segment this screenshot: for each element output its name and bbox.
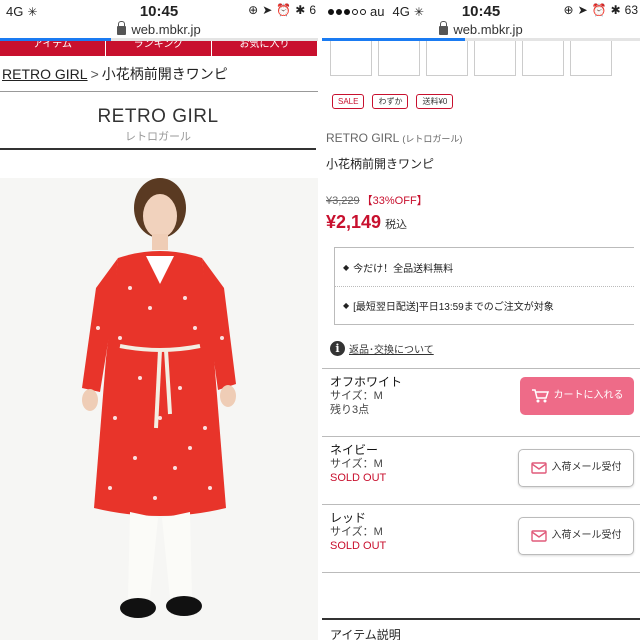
bullet-icon: ◆ — [343, 301, 350, 310]
orientation-lock-icon: ⊕ — [563, 3, 574, 17]
bluetooth-icon: ✱ — [610, 3, 621, 17]
status-bar: au 4G ✳ 10:45 ⊕ ➤ ⏰ ✱ 63 — [322, 0, 640, 22]
bluetooth-icon: ✱ — [295, 3, 306, 17]
breadcrumb: RETRO GIRL > 小花柄前開きワンピ — [0, 56, 318, 92]
variant-row: レッド サイズ：M SOLD OUT 入荷メール受付 — [322, 505, 640, 573]
alarm-icon: ⏰ — [276, 3, 292, 17]
cart-icon — [531, 389, 549, 403]
brand-name: RETRO GIRL — [326, 131, 400, 145]
restock-mail-label: 入荷メール受付 — [551, 462, 622, 473]
right-screenshot: au 4G ✳ 10:45 ⊕ ➤ ⏰ ✱ 63 web.mbkr.jp SAL… — [322, 0, 640, 640]
restock-mail-label: 入荷メール受付 — [551, 530, 622, 541]
lock-icon — [439, 21, 449, 35]
url-text: web.mbkr.jp — [453, 22, 523, 37]
tag-few-left: わずか — [372, 94, 409, 109]
progress-fill — [0, 38, 112, 41]
returns-link[interactable]: 返品･交換について — [349, 341, 434, 356]
thumbnail[interactable] — [474, 38, 516, 76]
alarm-icon: ⏰ — [591, 3, 607, 17]
info-icon: i — [330, 341, 345, 356]
tax-label: 税込 — [385, 219, 408, 231]
lock-icon — [117, 21, 127, 35]
progress-fill — [322, 38, 466, 41]
product-tags: SALE わずか 送料¥0 — [322, 76, 640, 109]
restock-mail-button[interactable]: 入荷メール受付 — [518, 449, 634, 487]
thumbnail-strip — [322, 38, 640, 76]
add-to-cart-button[interactable]: カートに入れる — [520, 377, 634, 415]
notice-row: ◆ [最短翌日配送]平日13:59までのご注文が対象 — [335, 286, 634, 324]
mail-icon — [530, 530, 547, 542]
site-nav-tabs: アイテム ランキング お気に入り — [0, 41, 318, 56]
add-to-cart-label: カートに入れる — [553, 390, 624, 401]
brand-header[interactable]: RETRO GIRL レトロガール — [0, 102, 316, 150]
notice-row: ◆ 今だけ！全品送料無料 — [335, 248, 634, 286]
variant-list: オフホワイト サイズ：M 残り3点 カートに入れる ネイビー サイズ：M SOL… — [322, 368, 640, 573]
brand-kana: (レトロガール) — [402, 134, 463, 144]
status-bar: 4G ✳ 10:45 ⊕ ➤ ⏰ ✱ 6 — [0, 0, 318, 22]
restock-mail-button[interactable]: 入荷メール受付 — [518, 517, 634, 555]
returns-info: i 返品･交換について — [322, 325, 640, 356]
model-illustration — [0, 178, 318, 640]
notice-text: [最短翌日配送]平日13:59までのご注文が対象 — [353, 302, 554, 313]
brand-kana: レトロガール — [125, 131, 191, 143]
address-bar[interactable]: web.mbkr.jp — [0, 21, 318, 38]
thumbnail[interactable] — [426, 38, 468, 76]
breadcrumb-brand-link[interactable]: RETRO GIRL — [2, 66, 88, 82]
nav-tab-ranking[interactable]: ランキング — [106, 41, 212, 56]
product-photo[interactable] — [0, 178, 318, 640]
page-load-progress — [0, 38, 318, 41]
url-text: web.mbkr.jp — [131, 22, 201, 37]
sale-price: ¥2,149 — [326, 212, 382, 232]
thumbnail[interactable] — [330, 38, 372, 76]
nav-tab-favorites[interactable]: お気に入り — [212, 41, 318, 56]
sale-price-row: ¥2,149 税込 — [322, 208, 640, 233]
breadcrumb-current: 小花柄前開きワンピ — [101, 66, 228, 82]
original-price: ¥3,229 — [326, 195, 360, 207]
battery-percent: 6 — [309, 3, 316, 17]
brand-name: RETRO GIRL — [97, 106, 219, 127]
address-bar[interactable]: web.mbkr.jp — [322, 21, 640, 38]
thumbnail[interactable] — [570, 38, 612, 76]
item-description-heading: アイテム説明 — [330, 628, 401, 640]
tag-sale: SALE — [332, 94, 365, 109]
thumbnail[interactable] — [522, 38, 564, 76]
product-brand[interactable]: RETRO GIRL (レトロガール) — [322, 109, 640, 145]
bullet-icon: ◆ — [343, 262, 350, 272]
discount-badge: 【33%OFF】 — [361, 195, 428, 207]
product-name: 小花柄前開きワンピ — [326, 157, 435, 171]
orientation-lock-icon: ⊕ — [248, 3, 259, 17]
location-arrow-icon: ➤ — [262, 3, 273, 17]
nav-tab-items[interactable]: アイテム — [0, 41, 106, 56]
shipping-notice-box: ◆ 今だけ！全品送料無料 ◆ [最短翌日配送]平日13:59までのご注文が対象 — [334, 247, 634, 325]
battery-percent: 63 — [624, 3, 638, 17]
section-divider — [322, 618, 640, 620]
location-arrow-icon: ➤ — [577, 3, 588, 17]
page-load-progress — [322, 38, 640, 41]
thumbnail[interactable] — [378, 38, 420, 76]
original-price-row: ¥3,229 【33%OFF】 — [322, 172, 640, 208]
breadcrumb-separator: > — [90, 66, 99, 82]
mail-icon — [530, 462, 547, 474]
variant-row: ネイビー サイズ：M SOLD OUT 入荷メール受付 — [322, 437, 640, 505]
left-screenshot: 4G ✳ 10:45 ⊕ ➤ ⏰ ✱ 6 web.mbkr.jp アイテム ラン… — [0, 0, 318, 640]
variant-row: オフホワイト サイズ：M 残り3点 カートに入れる — [322, 369, 640, 437]
notice-text: 今だけ！全品送料無料 — [353, 263, 454, 275]
tag-free-shipping: 送料¥0 — [416, 94, 454, 109]
